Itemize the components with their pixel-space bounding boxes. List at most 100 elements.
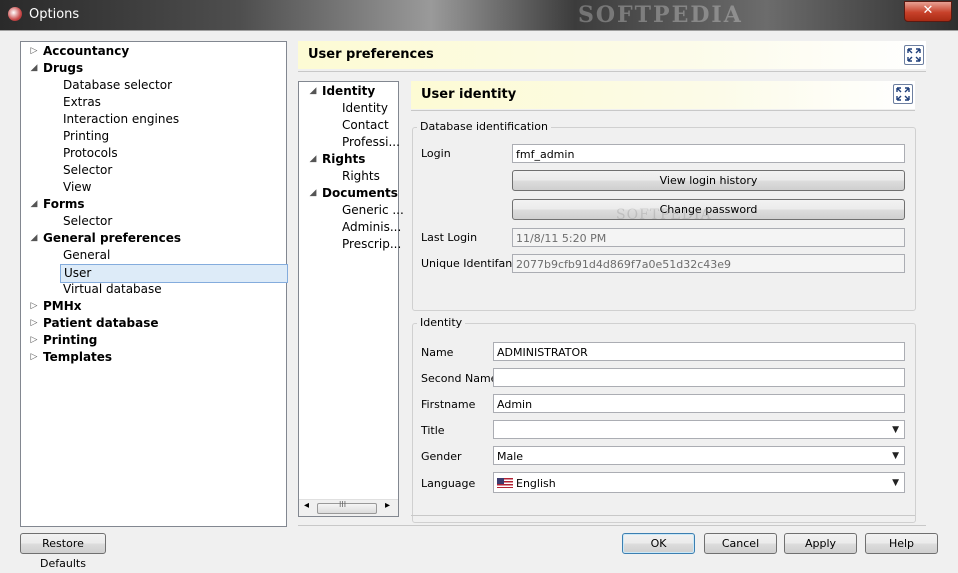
tree-item[interactable]: Contact [339,117,398,134]
horizontal-scrollbar[interactable]: ◂ III ▸ [299,499,398,516]
tree-item-label: Forms [43,197,85,211]
unique-identifant-field: 2077b9cfb91d4d869f7a0e51d32c43e9 [512,254,905,273]
window-title: Options [29,7,80,22]
collapsed-arrow-icon[interactable]: ▷ [29,43,39,60]
page-title: User preferences [308,47,434,62]
tree-group[interactable]: ◢ Rights [308,151,398,168]
firstname-field[interactable]: Admin [493,394,905,413]
chevron-down-icon: ▼ [892,425,899,435]
client-area: ▷ Accountancy ◢ Drugs Database selector Extra… [0,30,958,573]
tree-item[interactable]: Prescrip... [339,236,402,253]
close-button[interactable]: ✕ [904,1,952,22]
identity-header-divider [411,110,915,111]
help-button[interactable]: Help [865,533,938,554]
apply-button[interactable]: Apply [784,533,857,554]
second-name-label: Second Name [421,372,498,385]
tree-item[interactable]: Virtual database [60,281,286,298]
restore-defaults-button[interactable]: Restore Defaults [20,533,106,570]
expanded-arrow-icon[interactable]: ◢ [308,185,318,202]
tree-item[interactable]: Selector [60,162,286,179]
maximize-icon[interactable] [904,45,924,65]
scroll-right-icon[interactable]: ▸ [385,500,390,511]
scroll-left-icon[interactable]: ◂ [304,500,309,511]
tree-group[interactable]: ▷ Accountancy [29,43,286,60]
pane-divider [298,525,926,526]
tree-item-label: Interaction engines [63,112,180,126]
tree-group[interactable]: ◢ Forms [29,196,286,213]
header-divider [298,71,926,72]
chevron-down-icon: ▼ [892,451,899,461]
tree-item[interactable]: Selector [60,213,286,230]
tree-item[interactable]: Printing [60,128,286,145]
second-name-field[interactable] [493,368,905,387]
gender-label: Gender [421,450,462,463]
tree-group[interactable]: ◢ Identity [308,83,398,100]
last-login-label: Last Login [421,231,478,244]
gender-select[interactable]: Male ▼ [493,446,905,465]
expanded-arrow-icon[interactable]: ◢ [29,60,39,77]
tree-item[interactable]: Professi... [339,134,400,151]
tree-item-label: View [63,180,92,194]
tree-item[interactable]: Interaction engines [60,111,286,128]
tree-group[interactable]: ◢ General preferences [29,230,286,247]
tree-item-label: Drugs [43,61,84,75]
collapsed-arrow-icon[interactable]: ▷ [29,315,39,332]
unique-identifant-label: Unique Identifant [421,257,517,270]
title-select[interactable]: ▼ [493,420,905,439]
tree-item-label: Database selector [63,78,173,92]
title-label: Title [421,424,445,437]
view-login-history-button[interactable]: View login history [512,170,905,191]
tree-item-label: Adminis... [342,220,402,234]
tree-item-label: Rights [342,169,380,183]
maximize-icon[interactable] [893,84,913,104]
tree-group[interactable]: ▷ Patient database [29,315,286,332]
identity-group: Identity Name ADMINISTRATOR Second Name … [412,316,916,523]
login-label: Login [421,147,451,160]
tree-group[interactable]: ▷ PMHx [29,298,286,315]
name-label: Name [421,346,454,359]
tree-item[interactable]: Protocols [60,145,286,162]
tree-item-label: Extras [63,95,101,109]
tree-item[interactable]: Rights [339,168,398,185]
last-login-field: 11/8/11 5:20 PM [512,228,905,247]
ok-button[interactable]: OK [622,533,695,554]
tree-group[interactable]: ◢ Drugs [29,60,286,77]
user-preferences-header: User preferences [298,41,926,69]
tree-item-label: General preferences [43,231,181,245]
tree-item-label: Protocols [63,146,118,160]
tree-item[interactable]: General [60,247,286,264]
tree-item-label: Rights [322,152,366,166]
expanded-arrow-icon[interactable]: ◢ [308,151,318,168]
tree-item-label: Prescrip... [342,237,402,251]
expanded-arrow-icon[interactable]: ◢ [29,196,39,213]
user-pages-tree[interactable]: ◂ III ▸ ◢ Identity Identity Contact Professi… [298,81,404,517]
language-select[interactable]: English ▼ [493,472,905,493]
cancel-button[interactable]: Cancel [704,533,777,554]
tree-item[interactable]: View [60,179,286,196]
title-bar[interactable]: Options SOFTPEDIA ✕ [0,0,958,30]
tree-item[interactable]: Adminis... [339,219,402,236]
tree-item[interactable]: Database selector [60,77,286,94]
scroll-thumb[interactable]: III [317,500,377,514]
language-label: Language [421,477,476,490]
tree-item-label: PMHx [43,299,82,313]
user-identity-header: User identity [411,81,915,109]
tree-group[interactable]: ▷ Printing [29,332,286,349]
collapsed-arrow-icon[interactable]: ▷ [29,298,39,315]
expanded-arrow-icon[interactable]: ◢ [308,83,318,100]
collapsed-arrow-icon[interactable]: ▷ [29,332,39,349]
expanded-arrow-icon[interactable]: ◢ [29,230,39,247]
options-tree[interactable]: ▷ Accountancy ◢ Drugs Database selector Extra… [20,41,288,527]
tree-group[interactable]: ◢ Documents [308,185,398,202]
app-icon [8,7,22,21]
group-title: Identity [417,316,466,329]
tree-item-label: Professi... [342,135,400,149]
tree-group[interactable]: ▷ Templates [29,349,286,366]
name-field[interactable]: ADMINISTRATOR [493,342,905,361]
login-field[interactable]: fmf_admin [512,144,905,163]
tree-item[interactable]: Identity [339,100,398,117]
collapsed-arrow-icon[interactable]: ▷ [29,349,39,366]
tree-item-label: Selector [63,163,113,177]
tree-item[interactable]: Extras [60,94,286,111]
tree-item[interactable]: Generic ... [339,202,404,219]
